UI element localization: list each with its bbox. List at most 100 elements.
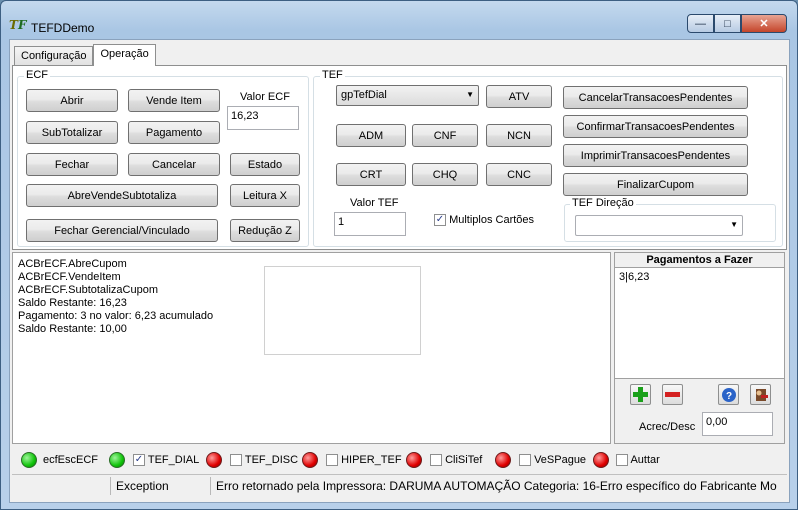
reducao-z-button[interactable]: Redução Z [230, 219, 300, 242]
add-payment-button[interactable] [630, 384, 651, 405]
status-led-icon [593, 452, 609, 468]
status-label: ecfEscECF [43, 454, 99, 466]
pagamentos-panel: Pagamentos a Fazer 3|6,23 ? Acrec/Desc 0… [614, 252, 785, 444]
ecf-group: ECF Abrir Vende Item Valor ECF 16,23 Sub… [17, 69, 309, 247]
status-bar: Exception Erro retornado pela Impressora… [12, 474, 787, 496]
clisitef-checkbox[interactable]: CliSiTef [430, 454, 483, 467]
vende-item-button[interactable]: Vende Item [128, 89, 220, 112]
tab-bar: Configuração Operação [14, 44, 156, 66]
checkbox-icon[interactable] [230, 454, 242, 467]
operacao-panel: ECF Abrir Vende Item Valor ECF 16,23 Sub… [12, 65, 787, 250]
acrec-desc-input[interactable]: 0,00 [702, 412, 773, 436]
valor-tef-label: Valor TEF [350, 197, 399, 209]
pagamento-button[interactable]: Pagamento [128, 121, 220, 144]
finalizar-cupom-button[interactable]: FinalizarCupom [563, 173, 748, 196]
checkbox-icon[interactable]: ✓ [133, 454, 145, 467]
log-lines: ACBrECF.AbreCupom ACBrECF.VendeItem ACBr… [18, 258, 213, 336]
auttar-checkbox[interactable]: Auttar [616, 454, 660, 467]
status-led-icon [109, 452, 125, 468]
status-label: TEF_DIAL [147, 454, 200, 466]
log-memo[interactable]: ACBrECF.AbreCupom ACBrECF.VendeItem ACBr… [12, 252, 611, 444]
abrir-button[interactable]: Abrir [26, 89, 118, 112]
leitura-x-button[interactable]: Leitura X [230, 184, 300, 207]
subtotalizar-button[interactable]: SubTotalizar [26, 121, 118, 144]
crt-button[interactable]: CRT [336, 163, 406, 186]
valor-tef-input[interactable]: 1 [334, 212, 406, 236]
multiplos-cartoes-label: Multiplos Cartões [449, 214, 535, 226]
log-line: ACBrECF.SubtotalizaCupom [18, 284, 159, 296]
exit-button[interactable] [750, 384, 771, 405]
status-label: TEF_DISC [244, 454, 299, 466]
close-button[interactable]: ✕ [741, 14, 787, 33]
tef-direcao-group: TEF Direção ▼ [564, 197, 776, 242]
status-label: HIPER_TEF [341, 454, 402, 466]
ncn-button[interactable]: NCN [486, 124, 552, 147]
tab-operacao[interactable]: Operação [93, 44, 156, 66]
checkbox-icon[interactable] [616, 454, 628, 467]
valor-ecf-input[interactable]: 16,23 [227, 106, 299, 130]
checkbox-icon[interactable] [430, 454, 442, 467]
maximize-icon: □ [724, 17, 731, 30]
acrec-desc-label: Acrec/Desc [639, 421, 696, 433]
confirmar-transacoes-pendentes-button[interactable]: ConfirmarTransacoesPendentes [563, 115, 748, 138]
ecf-group-label: ECF [24, 69, 50, 81]
pagamentos-list[interactable]: 3|6,23 [615, 267, 784, 379]
atv-button[interactable]: ATV [486, 85, 552, 108]
tef-direcao-label: TEF Direção [570, 197, 636, 209]
remove-payment-button[interactable] [662, 384, 683, 405]
exit-icon [755, 388, 768, 401]
cancelar-button[interactable]: Cancelar [128, 153, 220, 176]
imprimir-transacoes-pendentes-button[interactable]: ImprimirTransacoesPendentes [563, 144, 748, 167]
status-led-icon [206, 452, 222, 468]
status-led-icon [495, 452, 511, 468]
cnc-button[interactable]: CNC [486, 163, 552, 186]
minimize-button[interactable]: — [687, 14, 714, 33]
close-icon: ✕ [759, 18, 769, 30]
status-label: Auttar [630, 454, 660, 466]
log-line: ACBrECF.AbreCupom [18, 258, 127, 270]
gp-status-row: ecfEscECF ✓ TEF_DIAL TEF_DISC HIPER_TEF … [12, 448, 787, 472]
minus-icon [665, 392, 680, 397]
tab-configuracao[interactable]: Configuração [14, 46, 94, 66]
multiplos-cartoes-checkbox[interactable]: ✓ Multiplos Cartões [434, 214, 535, 227]
receipt-preview-box[interactable] [264, 266, 421, 355]
estado-button[interactable]: Estado [230, 153, 300, 176]
gp-tef-combo-value: gpTefDial [341, 89, 387, 101]
app-logo-icon: TF [9, 18, 27, 32]
minimize-icon: — [695, 17, 706, 30]
chq-button[interactable]: CHQ [412, 163, 478, 186]
gp-tef-combo[interactable]: gpTefDial ▼ [336, 85, 479, 106]
help-button[interactable]: ? [718, 384, 739, 405]
statusbar-message: Erro retornado pela Impressora: DARUMA A… [210, 477, 787, 495]
status-led-icon [302, 452, 318, 468]
svg-text:?: ? [725, 391, 731, 402]
checkbox-icon[interactable] [519, 454, 531, 467]
list-item[interactable]: 3|6,23 [619, 271, 780, 283]
plus-icon [633, 387, 648, 402]
checkbox-icon[interactable] [326, 454, 338, 467]
tef-disc-checkbox[interactable]: TEF_DISC [230, 454, 299, 467]
maximize-button[interactable]: □ [714, 14, 741, 33]
tef-group: TEF gpTefDial ▼ ATV CancelarTransacoesPe… [313, 69, 783, 247]
title-bar[interactable]: TF TEFDDemo — □ ✕ [1, 1, 797, 39]
fechar-button[interactable]: Fechar [26, 153, 118, 176]
checkbox-icon[interactable]: ✓ [434, 214, 446, 227]
help-icon: ? [721, 387, 736, 402]
pagamentos-title: Pagamentos a Fazer [646, 254, 753, 266]
valor-ecf-label: Valor ECF [240, 91, 290, 103]
cancelar-transacoes-pendentes-button[interactable]: CancelarTransacoesPendentes [563, 86, 748, 109]
status-led-icon [406, 452, 422, 468]
abre-vende-subtotaliza-button[interactable]: AbreVendeSubtotaliza [26, 184, 218, 207]
fechar-gerencial-button[interactable]: Fechar Gerencial/Vinculado [26, 219, 218, 242]
status-label: VeSPague [534, 454, 587, 466]
adm-button[interactable]: ADM [336, 124, 406, 147]
window-title: TEFDDemo [31, 21, 95, 35]
log-line: Saldo Restante: 16,23 [18, 297, 127, 309]
hiper-tef-checkbox[interactable]: HIPER_TEF [326, 454, 402, 467]
tef-direcao-combo[interactable]: ▼ [575, 215, 743, 236]
status-label: CliSiTef [445, 454, 483, 466]
tef-dial-checkbox[interactable]: ✓ TEF_DIAL [133, 454, 200, 467]
vespague-checkbox[interactable]: VeSPague [519, 454, 587, 467]
cnf-button[interactable]: CNF [412, 124, 478, 147]
log-line: Saldo Restante: 10,00 [18, 323, 127, 335]
